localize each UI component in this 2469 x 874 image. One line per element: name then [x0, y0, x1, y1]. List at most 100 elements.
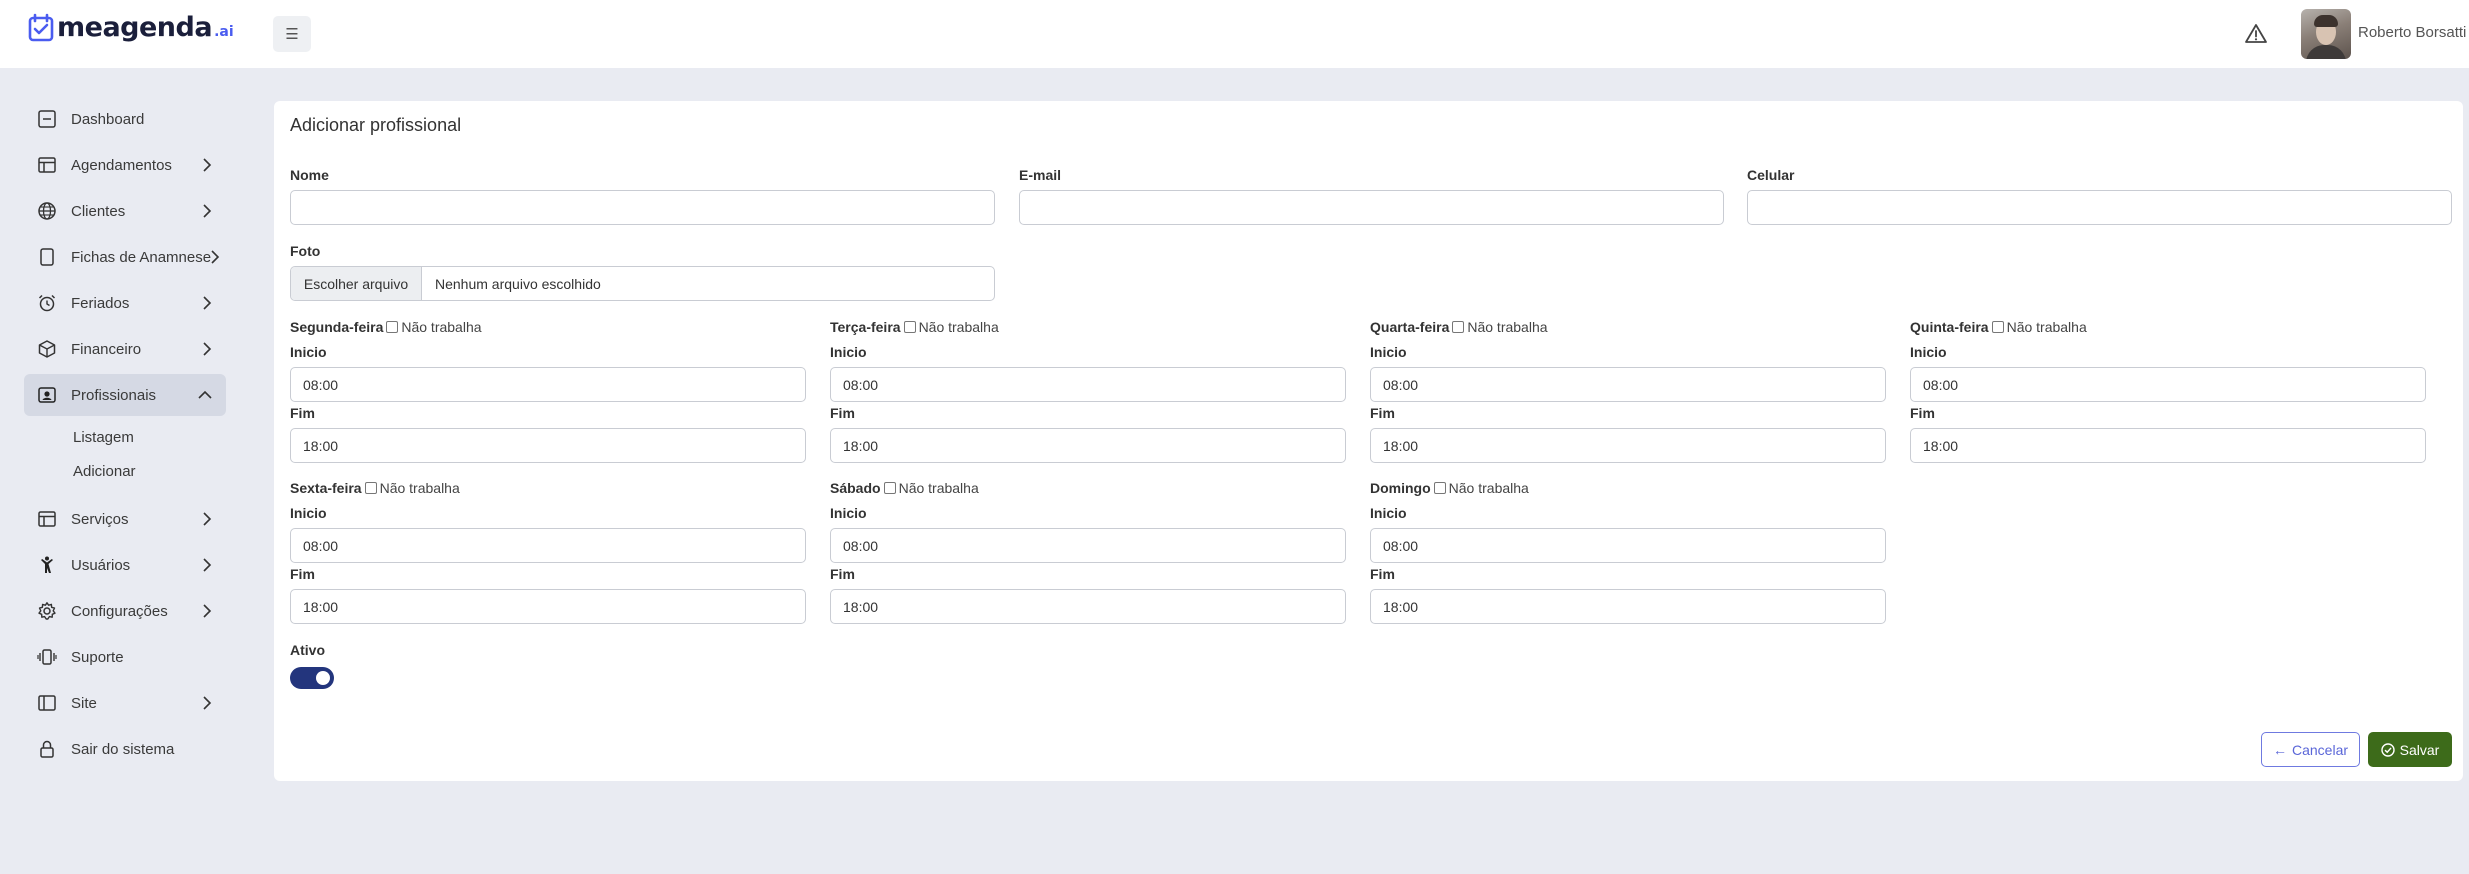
nome-field[interactable] — [290, 190, 995, 225]
not-working-label: Não trabalha — [2006, 319, 2087, 335]
friday-end-field[interactable]: 18:00 — [290, 589, 806, 624]
saturday-start-field[interactable]: 08:00 — [830, 528, 1346, 563]
not-working-label: Não trabalha — [1448, 480, 1529, 496]
not-working-checkbox[interactable] — [1433, 482, 1446, 494]
end-label: Fim — [830, 405, 855, 421]
sidebar-item-agendamentos[interactable]: Agendamentos — [24, 144, 226, 186]
day-name: Quarta-feira — [1370, 319, 1450, 335]
sidebar-item-usuarios[interactable]: Usuários — [24, 544, 226, 586]
nome-label: Nome — [290, 167, 329, 183]
save-label: Salvar — [2399, 741, 2440, 758]
sidebar-item-label: Suporte — [71, 648, 124, 666]
celular-label: Celular — [1747, 167, 1795, 183]
day-name: Sábado — [830, 480, 881, 496]
sidebar-item-site[interactable]: Site — [24, 682, 226, 724]
monday-end-field[interactable]: 18:00 — [290, 428, 806, 463]
active-toggle[interactable] — [290, 667, 334, 689]
page-title: Adicionar profissional — [290, 115, 462, 135]
day-name: Segunda-feira — [290, 319, 384, 335]
sidebar-item-label: Financeiro — [71, 340, 142, 358]
menu-toggle-button[interactable]: ☰ — [273, 16, 311, 52]
friday-start-field[interactable]: 08:00 — [290, 528, 806, 563]
end-label: Fim — [1370, 405, 1395, 421]
add-professional-card: Adicionar profissional Nome E-mail Celul… — [274, 101, 2463, 781]
sidebar-item-financeiro[interactable]: Financeiro — [24, 328, 226, 370]
person-icon — [41, 556, 53, 573]
alarm-clock-icon — [38, 294, 56, 312]
not-working-checkbox[interactable] — [1452, 321, 1465, 333]
chevron-right-icon — [203, 558, 212, 572]
phone-vibrate-icon — [37, 649, 57, 665]
day-name: Domingo — [1370, 480, 1431, 496]
logo[interactable]: meagenda .ai — [28, 12, 234, 43]
day-tuesday: Terça-feira Não trabalha — [830, 319, 999, 335]
day-name: Sexta-feira — [290, 480, 362, 496]
not-working-checkbox[interactable] — [386, 321, 399, 333]
day-monday: Segunda-feira Não trabalha — [290, 319, 482, 335]
not-working-checkbox[interactable] — [883, 482, 896, 494]
end-label: Fim — [290, 566, 315, 582]
sidebar-item-suporte[interactable]: Suporte — [24, 636, 226, 678]
start-label: Inicio — [1910, 344, 1947, 360]
saturday-end-field[interactable]: 18:00 — [830, 589, 1346, 624]
not-working-label: Não trabalha — [918, 319, 999, 335]
chevron-right-icon — [203, 204, 212, 218]
sunday-end-field[interactable]: 18:00 — [1370, 589, 1886, 624]
arrow-left-icon: ← — [2272, 741, 2287, 758]
sunday-start-field[interactable]: 08:00 — [1370, 528, 1886, 563]
file-input[interactable]: Escolher arquivo Nenhum arquivo escolhid… — [290, 266, 995, 301]
not-working-label: Não trabalha — [379, 480, 460, 496]
sidebar-item-feriados[interactable]: Feriados — [24, 282, 226, 324]
sidebar-item-label: Clientes — [71, 202, 126, 220]
choose-file-button[interactable]: Escolher arquivo — [291, 267, 422, 300]
sidebar-item-configuracoes[interactable]: Configurações — [24, 590, 226, 632]
person-badge-icon — [38, 387, 56, 403]
chevron-right-icon — [203, 512, 212, 526]
wednesday-start-field[interactable]: 08:00 — [1370, 367, 1886, 402]
sidebar-item-profissionais[interactable]: Profissionais — [24, 374, 226, 416]
sidebar-item-fichas-de-anamnese[interactable]: Fichas de Anamnese — [24, 236, 226, 278]
save-button[interactable]: Salvar — [2368, 732, 2452, 767]
sidebar-item-label: Site — [71, 694, 97, 712]
warning-icon[interactable] — [2244, 22, 2268, 46]
tuesday-end-field[interactable]: 18:00 — [830, 428, 1346, 463]
chevron-right-icon — [203, 158, 212, 172]
celular-field[interactable] — [1747, 190, 2452, 225]
day-name: Quinta-feira — [1910, 319, 1989, 335]
check-circle-icon — [2380, 742, 2395, 757]
sidebar-item-dashboard[interactable]: Dashboard — [24, 98, 226, 140]
sidebar-item-servicos[interactable]: Serviços — [24, 498, 226, 540]
sidebar: Dashboard Agendamentos Clientes Fichas d… — [24, 98, 226, 774]
sidebar-item-sair[interactable]: Sair do sistema — [24, 728, 226, 770]
monday-start-field[interactable]: 08:00 — [290, 367, 806, 402]
cancel-button[interactable]: ← Cancelar — [2261, 732, 2360, 767]
user-name[interactable]: Roberto Borsatti — [2358, 24, 2466, 41]
thursday-end-field[interactable]: 18:00 — [1910, 428, 2426, 463]
not-working-label: Não trabalha — [1467, 319, 1548, 335]
wednesday-end-field[interactable]: 18:00 — [1370, 428, 1886, 463]
not-working-label: Não trabalha — [401, 319, 482, 335]
not-working-checkbox[interactable] — [903, 321, 916, 333]
chevron-right-icon — [203, 342, 212, 356]
not-working-checkbox[interactable] — [364, 482, 377, 494]
lock-icon — [40, 740, 54, 758]
sidebar-subitem-adicionar[interactable]: Adicionar — [24, 454, 226, 488]
start-label: Inicio — [290, 344, 327, 360]
logo-suffix: .ai — [214, 23, 234, 40]
chevron-right-icon — [203, 604, 212, 618]
day-sunday: Domingo Não trabalha — [1370, 480, 1529, 496]
cancel-label: Cancelar — [2291, 741, 2349, 758]
sidebar-subitem-listagem[interactable]: Listagem — [24, 420, 226, 454]
day-name: Terça-feira — [830, 319, 901, 335]
tuesday-start-field[interactable]: 08:00 — [830, 367, 1346, 402]
dashboard-icon — [38, 110, 56, 128]
end-label: Fim — [290, 405, 315, 421]
chevron-right-icon — [203, 696, 212, 710]
not-working-checkbox[interactable] — [1991, 321, 2004, 333]
sidebar-item-clientes[interactable]: Clientes — [24, 190, 226, 232]
avatar[interactable] — [2301, 9, 2351, 59]
email-field[interactable] — [1019, 190, 1724, 225]
start-label: Inicio — [1370, 505, 1407, 521]
globe-icon — [38, 202, 56, 220]
thursday-start-field[interactable]: 08:00 — [1910, 367, 2426, 402]
